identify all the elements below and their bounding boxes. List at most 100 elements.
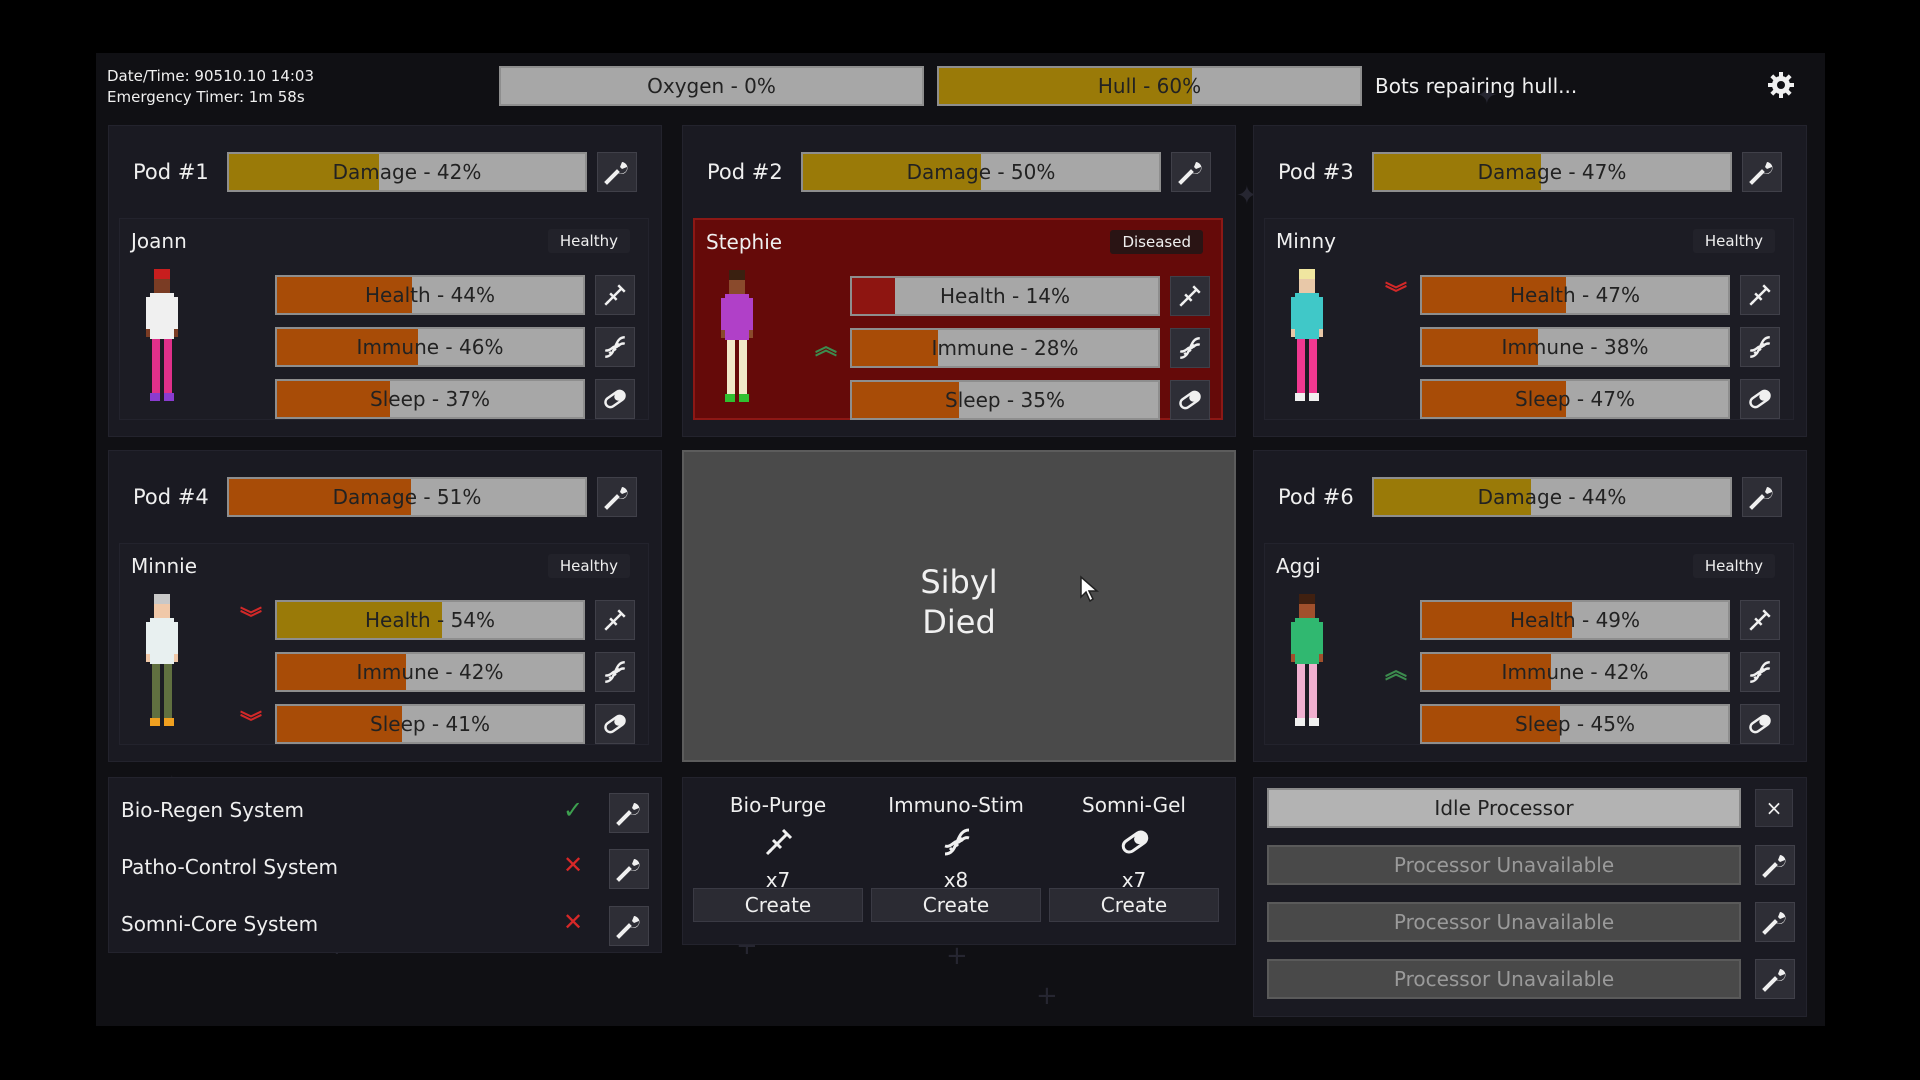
dna-icon <box>1179 337 1201 359</box>
repair-processor-3-button[interactable] <box>1755 959 1795 999</box>
status-badge: Healthy <box>1692 229 1775 253</box>
repair-processor-1-button[interactable] <box>1755 845 1795 885</box>
dna-action-button[interactable] <box>595 327 635 367</box>
create-somni-gel-button[interactable]: Create <box>1049 888 1219 922</box>
pill-icon <box>604 714 626 734</box>
repair-processor-2-button[interactable] <box>1755 902 1795 942</box>
sleep-bar-label: Sleep - 47% <box>1515 387 1635 411</box>
systems-panel: Bio-Regen System ✓ Patho-Control System … <box>108 777 662 953</box>
pill-action-button[interactable] <box>595 379 635 419</box>
repair-pod-button[interactable] <box>1171 152 1211 192</box>
repair-pod-button[interactable] <box>597 477 637 517</box>
dna-icon <box>941 826 973 862</box>
chevron-up-icon: ︽ <box>1385 659 1408 684</box>
dna-action-button[interactable] <box>1170 328 1210 368</box>
pod-damage-bar: Damage - 47% <box>1372 152 1732 192</box>
crew-sprite-wrapper <box>142 269 182 413</box>
immune-bar-label: Immune - 46% <box>356 335 504 359</box>
damage-bar-label: Damage - 50% <box>906 160 1056 184</box>
dna-action-button[interactable] <box>1740 652 1780 692</box>
crew-card: Minny Healthy Health - 47% ︾ Immune - 38… <box>1264 218 1794 420</box>
sleep-bar: Sleep - 47% <box>1420 379 1730 419</box>
sleep-bar: Sleep - 41% <box>275 704 585 744</box>
damage-bar-label: Damage - 44% <box>1477 485 1627 509</box>
crew-card: Minnie Healthy Health - 54% ︾ Immune - 4… <box>119 543 649 745</box>
health-bar-label: Health - 49% <box>1509 608 1641 632</box>
crew-sprite <box>146 594 178 726</box>
pod-title: Pod #2 <box>707 160 783 184</box>
syringe-action-button[interactable] <box>595 600 635 640</box>
datetime-text: Date/Time: 90510.10 14:03 <box>107 67 315 85</box>
wrench-icon <box>1762 969 1786 992</box>
repair-somni-core-button[interactable] <box>609 906 649 946</box>
pod-panel: Pod #2 Damage - 50% Stephie Diseased Hea… <box>682 125 1236 437</box>
repair-patho-control-button[interactable] <box>609 849 649 889</box>
medicine-name-immuno-stim: Immuno-Stim <box>888 793 1024 817</box>
immune-bar-label: Immune - 42% <box>356 660 504 684</box>
repair-pod-button[interactable] <box>597 152 637 192</box>
pill-action-button[interactable] <box>1740 379 1780 419</box>
pill-action-button[interactable] <box>1740 704 1780 744</box>
pill-icon <box>1749 714 1771 734</box>
medicine-name-bio-purge: Bio-Purge <box>729 793 827 817</box>
pod-damage-bar: Damage - 44% <box>1372 477 1732 517</box>
syringe-action-button[interactable] <box>1740 600 1780 640</box>
crew-card: Stephie Diseased Health - 14% Immune - 2… <box>693 218 1223 420</box>
crew-sprite-wrapper <box>1287 594 1327 738</box>
pod-panel: Pod #1 Damage - 42% Joann Healthy Health… <box>108 125 662 437</box>
pill-icon <box>1119 826 1151 862</box>
close-processor-button[interactable]: × <box>1755 789 1793 827</box>
pod-panel: Pod #3 Damage - 47% Minny Healthy Health… <box>1253 125 1807 437</box>
processor-unavailable-3: Processor Unavailable <box>1267 959 1741 999</box>
dna-action-button[interactable] <box>595 652 635 692</box>
settings-button[interactable] <box>1764 68 1798 102</box>
sleep-bar-label: Sleep - 37% <box>370 387 490 411</box>
create-bio-purge-button[interactable]: Create <box>693 888 863 922</box>
status-badge: Diseased <box>1110 230 1203 254</box>
emergency-timer-text: Emergency Timer: 1m 58s <box>107 88 305 106</box>
check-icon: ✓ <box>563 796 584 824</box>
status-badge: Healthy <box>547 554 630 578</box>
wrench-icon <box>616 803 640 826</box>
repair-pod-button[interactable] <box>1742 152 1782 192</box>
health-bar: Health - 49% <box>1420 600 1730 640</box>
immune-bar: Immune - 42% <box>275 652 585 692</box>
health-bar-label: Health - 44% <box>364 283 496 307</box>
repair-pod-button[interactable] <box>1742 477 1782 517</box>
mouse-cursor-icon <box>1079 575 1101 607</box>
gear-icon <box>1768 72 1794 98</box>
immune-bar: Immune - 38% <box>1420 327 1730 367</box>
idle-processor-button[interactable]: Idle Processor <box>1267 788 1741 828</box>
medicine-name-somni-gel: Somni-Gel <box>1082 793 1186 817</box>
health-bar-label: Health - 54% <box>364 608 496 632</box>
damage-bar-label: Damage - 42% <box>332 160 482 184</box>
sleep-bar: Sleep - 37% <box>275 379 585 419</box>
crew-name: Minny <box>1276 229 1336 253</box>
wrench-icon <box>1762 855 1786 878</box>
dna-icon <box>604 661 626 683</box>
syringe-action-button[interactable] <box>595 275 635 315</box>
syringe-action-button[interactable] <box>1740 275 1780 315</box>
health-bar-label: Health - 14% <box>939 284 1071 308</box>
health-bar: Health - 44% <box>275 275 585 315</box>
processor-unavailable-2: Processor Unavailable <box>1267 902 1741 942</box>
pod-damage-bar: Damage - 42% <box>227 152 587 192</box>
pod-title: Pod #6 <box>1278 485 1354 509</box>
crew-sprite-wrapper <box>142 594 182 738</box>
dna-action-button[interactable] <box>1740 327 1780 367</box>
repair-bio-regen-button[interactable] <box>609 793 649 833</box>
dead-crew-message: Sibyl Died <box>684 562 1234 642</box>
cross-icon: ✕ <box>563 908 584 936</box>
syringe-action-button[interactable] <box>1170 276 1210 316</box>
dna-icon <box>1749 661 1771 683</box>
sleep-bar-label: Sleep - 41% <box>370 712 490 736</box>
pod-title: Pod #4 <box>133 485 209 509</box>
crew-sprite <box>721 270 753 402</box>
pill-action-button[interactable] <box>595 704 635 744</box>
create-immuno-stim-button[interactable]: Create <box>871 888 1041 922</box>
crew-card: Aggi Healthy Health - 49% Immune - 42% ︽ <box>1264 543 1794 745</box>
oxygen-bar: Oxygen - 0% <box>499 66 924 106</box>
crew-card: Joann Healthy Health - 44% Immune - 46% <box>119 218 649 420</box>
syringe-icon <box>763 826 795 862</box>
pill-action-button[interactable] <box>1170 380 1210 420</box>
